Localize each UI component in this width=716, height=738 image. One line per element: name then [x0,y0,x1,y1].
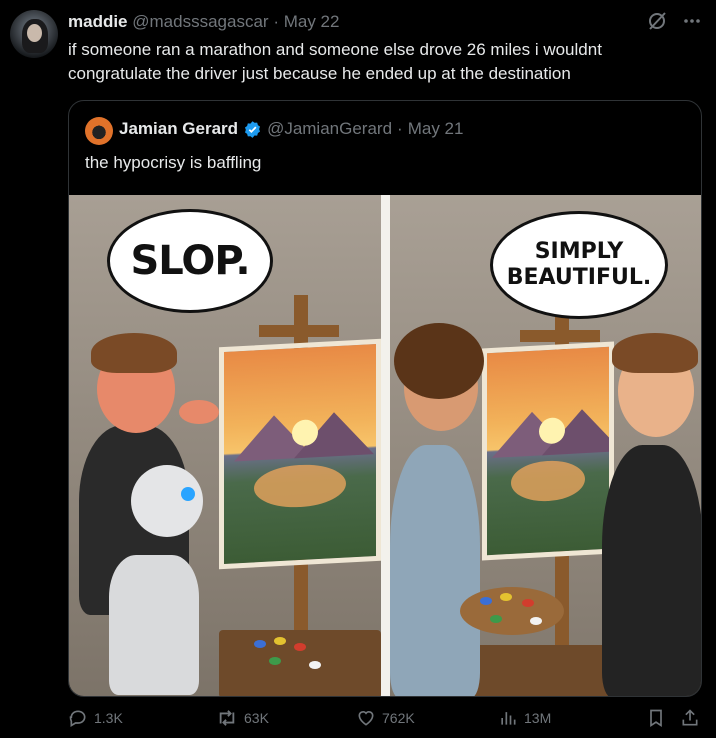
author-handle[interactable]: @madsssagascar [132,12,268,31]
verified-badge-icon [243,120,262,139]
repost-button[interactable]: 63K [216,708,269,728]
more-icon[interactable] [682,11,702,31]
tweet-header: maddie @madsssagascar · May 22 [68,12,339,32]
palette [460,587,564,635]
views-button[interactable]: 13M [498,708,551,728]
avatar-face [27,24,42,42]
bookmark-icon [646,708,666,728]
tweet-date[interactable]: May 22 [284,12,340,31]
like-button[interactable]: 762K [356,708,415,728]
painter-body [390,445,480,696]
tweet-text: if someone ran a marathon and someone el… [68,40,602,83]
happy-man-hair [612,333,698,373]
quoted-author-name[interactable]: Jamian Gerard [119,119,238,139]
author-avatar[interactable] [10,10,58,58]
comic-panel-right: SIMPLY BEAUTIFUL. [390,195,701,696]
easel-top [259,325,339,337]
comic-image[interactable]: SLOP. SIMPLY BEAUTIFUL. [69,195,701,696]
header-separator: · [273,12,279,31]
happy-man-body [602,445,701,696]
action-bar: 1.3K 63K 762K 13M [68,708,708,738]
bubble-line-2: BEAUTIFUL. [506,265,652,290]
tweet-top-icons [646,10,702,32]
quoted-author-avatar[interactable] [85,117,113,145]
quoted-tweet[interactable]: Jamian Gerard @JamianGerard · May 21 the… [68,100,702,697]
views-count: 13M [524,710,552,726]
reply-icon [68,708,88,728]
repost-icon [216,708,238,728]
reply-button[interactable]: 1.3K [68,708,123,728]
robot-head [131,465,203,537]
speech-bubble-simply-beautiful: SIMPLY BEAUTIFUL. [490,211,668,319]
comic-panel-left: SLOP. [69,195,381,696]
robot-eye [181,487,195,501]
like-count: 762K [382,710,415,726]
pointing-hand [179,400,219,424]
painting [482,341,614,561]
reply-count: 1.3K [94,710,123,726]
easel-top [520,330,600,342]
panel-divider [381,195,390,696]
painter-afro [394,323,484,399]
quoted-header: Jamian Gerard @JamianGerard · May 21 [119,119,463,139]
quoted-text: the hypocrisy is baffling [85,153,262,172]
bubble-line-1: SIMPLY [534,239,624,264]
angry-man-hair [91,333,177,373]
quoted-author-handle[interactable]: @JamianGerard [267,119,392,139]
author-name[interactable]: maddie [68,12,128,31]
views-icon [498,708,518,728]
quoted-date[interactable]: May 21 [408,119,464,139]
repost-count: 63K [244,710,269,726]
heart-icon [356,708,376,728]
share-button[interactable] [680,708,700,728]
grok-icon[interactable] [646,10,668,32]
paint-table [219,630,381,696]
quoted-separator: · [397,119,403,138]
painting [219,338,381,570]
bookmark-button[interactable] [646,708,666,728]
share-icon [680,708,700,728]
robot-body [109,555,199,695]
speech-bubble-slop: SLOP. [107,209,273,313]
